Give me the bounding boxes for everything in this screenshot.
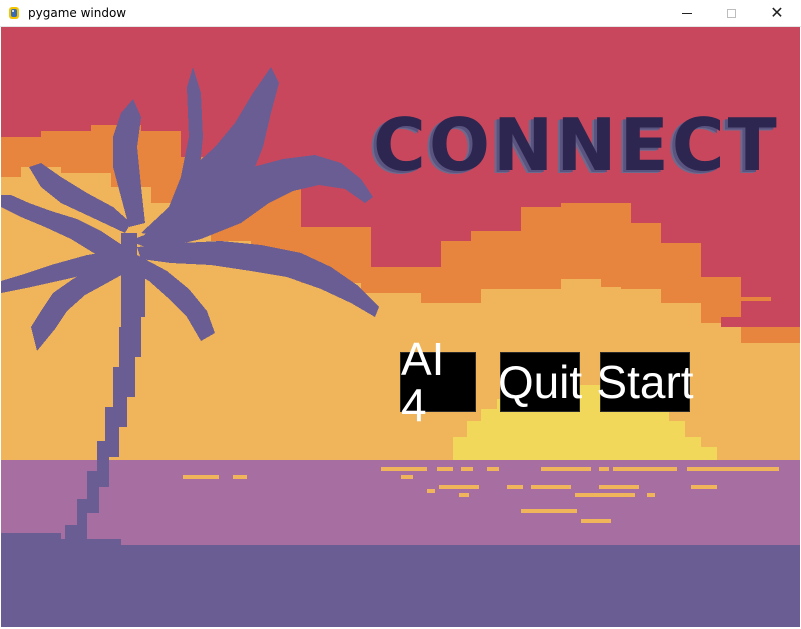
game-canvas[interactable]: CONNECT 5 AI 4 Quit Start bbox=[1, 27, 800, 627]
minimize-button[interactable] bbox=[664, 0, 710, 26]
start-button[interactable]: Start bbox=[596, 352, 694, 412]
close-button[interactable]: ✕ bbox=[754, 0, 800, 26]
pygame-snake-icon bbox=[9, 7, 19, 19]
maximize-icon bbox=[726, 8, 736, 18]
title-bar[interactable]: pygame window ✕ bbox=[0, 0, 801, 27]
maximize-button[interactable] bbox=[708, 0, 754, 26]
pygame-window: pygame window ✕ CONNECT AI 4 Quit Start bbox=[0, 0, 801, 629]
window-title: pygame window bbox=[28, 6, 127, 20]
shore bbox=[1, 533, 800, 627]
minimize-icon bbox=[682, 12, 692, 14]
sea bbox=[1, 460, 800, 546]
ai-4-button[interactable]: AI 4 bbox=[400, 336, 476, 428]
game-title: CONNECT 5 bbox=[373, 103, 800, 187]
close-icon: ✕ bbox=[770, 3, 784, 22]
quit-button[interactable]: Quit bbox=[498, 352, 582, 412]
